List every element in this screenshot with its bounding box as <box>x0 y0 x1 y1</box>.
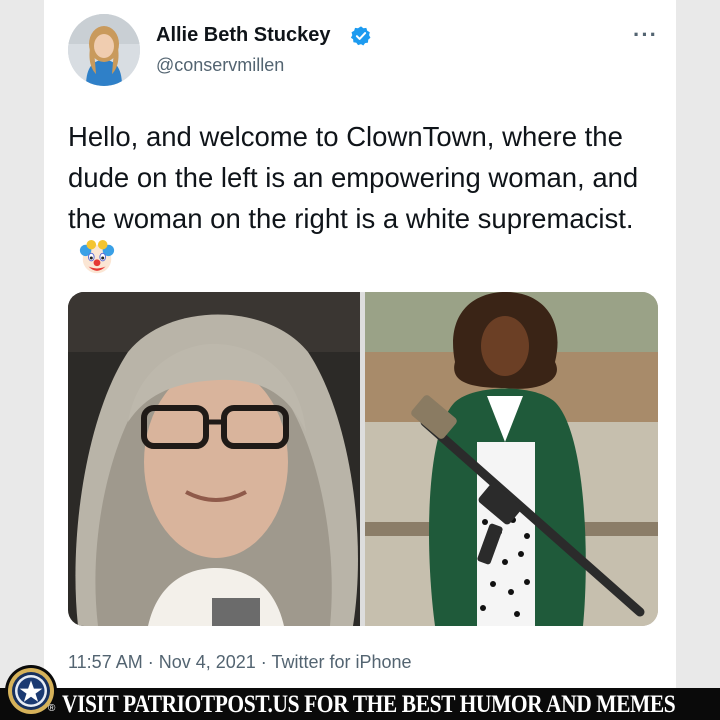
tweet-body: Hello, and welcome to ClownTown, where t… <box>68 121 639 234</box>
author-name[interactable]: Allie Beth Stuckey <box>156 24 331 47</box>
tweet-text: Hello, and welcome to ClownTown, where t… <box>68 116 658 280</box>
registered-mark: ® <box>48 703 56 714</box>
verified-badge-icon <box>350 26 371 46</box>
author-avatar[interactable] <box>68 14 140 86</box>
photo-right[interactable] <box>365 292 658 626</box>
author-handle[interactable]: @conservmillen <box>156 55 284 76</box>
tweet-timestamp[interactable]: 11:57 AM · Nov 4, 2021 · Twitter for iPh… <box>68 652 412 673</box>
clown-face-icon <box>79 239 115 274</box>
tweet-media[interactable] <box>68 292 658 626</box>
promo-banner-text[interactable]: VISIT PATRIOTPOST.US FOR THE BEST HUMOR … <box>62 691 676 719</box>
more-options-icon[interactable]: ··· <box>633 22 658 48</box>
photo-left[interactable] <box>68 292 360 626</box>
